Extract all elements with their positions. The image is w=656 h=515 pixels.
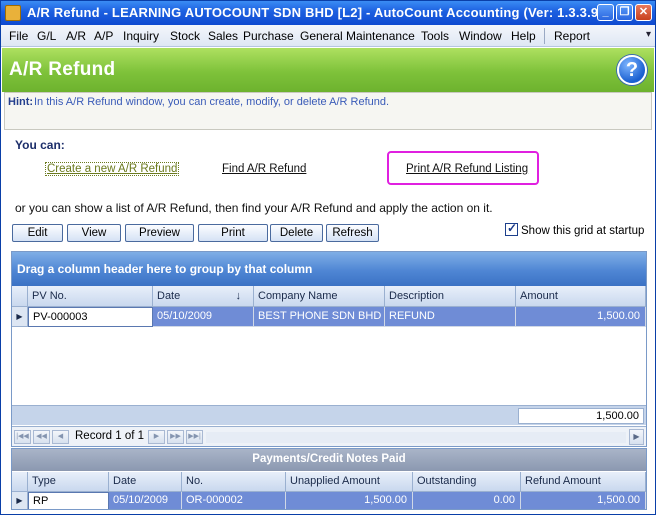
group-panel[interactable]: Drag a column header here to group by th… — [12, 252, 646, 286]
list-hint: or you can show a list of A/R Refund, th… — [15, 201, 493, 215]
cell-type[interactable]: RP — [28, 492, 109, 509]
preview-button[interactable]: Preview — [125, 224, 194, 242]
next-record-icon[interactable]: ▶ — [148, 430, 165, 444]
column-header-date[interactable]: Date — [109, 472, 182, 492]
group-hint: Drag a column header here to group by th… — [17, 262, 313, 276]
column-header-company-name[interactable]: Company Name — [254, 286, 385, 307]
page-header: A/R Refund ? — [2, 48, 654, 92]
actions-heading: You can: — [15, 138, 65, 152]
print-button[interactable]: Print — [198, 224, 268, 242]
row-header-corner — [12, 472, 28, 492]
column-label: Amount — [520, 290, 558, 302]
cell-company-name[interactable]: BEST PHONE SDN BHD — [254, 307, 385, 327]
amount-total: 1,500.00 — [518, 408, 644, 424]
refund-grid: Drag a column header here to group by th… — [11, 251, 647, 447]
cell-date[interactable]: 05/10/2009 — [153, 307, 254, 327]
menu-window[interactable]: Window — [459, 29, 502, 43]
horizontal-scrollbar[interactable] — [206, 432, 626, 443]
payments-grid: Payments/Credit Notes Paid Type Date No.… — [11, 448, 647, 510]
column-header-pv-no[interactable]: PV No. — [28, 286, 153, 307]
cell-description[interactable]: REFUND — [385, 307, 516, 327]
column-label: Company Name — [258, 290, 338, 302]
column-label: Unapplied Amount — [290, 475, 380, 487]
row-header-corner — [12, 286, 28, 307]
edit-button[interactable]: Edit — [12, 224, 63, 242]
menu-gl[interactable]: G/L — [37, 29, 56, 43]
column-label: Outstanding — [417, 475, 477, 487]
payments-title: Payments/Credit Notes Paid — [12, 449, 646, 471]
hint-label: Hint: — [8, 96, 34, 108]
sort-arrow-icon: ↓ — [235, 290, 242, 302]
scroll-right-icon[interactable]: ▶ — [629, 429, 644, 445]
menu-bar: File G/L A/R A/P Inquiry Stock Sales Pur… — [1, 25, 655, 47]
menu-purchase[interactable]: Purchase — [243, 29, 294, 43]
hint-panel: Hint: In this A/R Refund window, you can… — [4, 92, 652, 130]
cell-outstanding[interactable]: 0.00 — [413, 492, 521, 509]
minimize-button[interactable]: _ — [597, 4, 614, 21]
grid-footer: 1,500.00 — [12, 405, 646, 425]
column-label: Type — [32, 475, 56, 487]
column-header-outstanding[interactable]: Outstanding — [413, 472, 521, 492]
menu-inquiry[interactable]: Inquiry — [123, 29, 159, 43]
cell-date[interactable]: 05/10/2009 — [109, 492, 182, 509]
column-label: PV No. — [32, 290, 67, 302]
find-link[interactable]: Find A/R Refund — [222, 163, 306, 175]
show-grid-toggle[interactable]: Show this grid at startup — [505, 221, 645, 237]
column-header-amount[interactable]: Amount — [516, 286, 646, 307]
restore-button[interactable]: ❐ — [616, 4, 633, 21]
first-record-icon[interactable]: |◀◀ — [14, 430, 31, 444]
menu-general-maintenance[interactable]: General Maintenance — [300, 29, 415, 43]
column-label: Date — [113, 475, 137, 487]
title-bar[interactable]: A/R Refund - LEARNING AUTOCOUNT SDN BHD … — [1, 1, 655, 25]
column-header-type[interactable]: Type — [28, 472, 109, 492]
cell-pv-no[interactable]: PV-000003 — [28, 307, 153, 327]
page-title: A/R Refund — [9, 59, 116, 80]
app-icon — [5, 5, 21, 21]
menu-ar[interactable]: A/R — [66, 29, 86, 43]
create-link[interactable]: Create a new A/R Refund — [44, 162, 180, 176]
column-label: Date — [157, 290, 181, 302]
column-header-no[interactable]: No. — [182, 472, 286, 492]
menu-separator — [544, 28, 545, 44]
menu-tools[interactable]: Tools — [421, 29, 449, 43]
column-label: Refund Amount — [525, 475, 601, 487]
show-grid-label: Show this grid at startup — [521, 225, 645, 237]
hint-text: In this A/R Refund window, you can creat… — [34, 96, 390, 108]
record-text: Record 1 of 1 — [75, 430, 145, 442]
menu-stock[interactable]: Stock — [170, 29, 200, 43]
next-page-icon[interactable]: ▶▶ — [167, 430, 184, 444]
prev-page-icon[interactable]: ◀◀ — [33, 430, 50, 444]
column-label: Description — [389, 290, 445, 302]
app-window: A/R Refund - LEARNING AUTOCOUNT SDN BHD … — [0, 0, 656, 515]
help-icon[interactable]: ? — [617, 55, 647, 85]
show-grid-checkbox[interactable] — [505, 221, 518, 236]
delete-button[interactable]: Delete — [270, 224, 323, 242]
row-indicator-icon[interactable]: ▶ — [12, 492, 28, 509]
menu-file[interactable]: File — [9, 29, 28, 43]
print-listing-link[interactable]: Print A/R Refund Listing — [406, 163, 528, 175]
column-header-unapplied-amount[interactable]: Unapplied Amount — [286, 472, 413, 492]
refresh-button[interactable]: Refresh — [326, 224, 379, 242]
cell-unapplied-amount[interactable]: 1,500.00 — [286, 492, 413, 509]
menu-ap[interactable]: A/P — [94, 29, 113, 43]
cell-no[interactable]: OR-000002 — [182, 492, 286, 509]
prev-record-icon[interactable]: ◀ — [52, 430, 69, 444]
view-button[interactable]: View — [67, 224, 121, 242]
chevron-down-icon[interactable]: ▾ — [646, 29, 651, 40]
menu-sales[interactable]: Sales — [208, 29, 238, 43]
last-record-icon[interactable]: ▶▶| — [186, 430, 203, 444]
column-header-refund-amount[interactable]: Refund Amount — [521, 472, 646, 492]
window-title: A/R Refund - LEARNING AUTOCOUNT SDN BHD … — [27, 5, 603, 20]
cell-refund-amount[interactable]: 1,500.00 — [521, 492, 646, 509]
record-navigator: |◀◀ ◀◀ ◀ Record 1 of 1 ▶ ▶▶ ▶▶| ▶ — [12, 426, 646, 446]
column-header-description[interactable]: Description — [385, 286, 516, 307]
column-header-date[interactable]: Date ↓ — [153, 286, 254, 307]
row-indicator-icon[interactable]: ▶ — [12, 307, 28, 327]
menu-report[interactable]: Report — [554, 29, 590, 43]
menu-help[interactable]: Help — [511, 29, 536, 43]
close-button[interactable]: ✕ — [635, 4, 652, 21]
cell-amount[interactable]: 1,500.00 — [516, 307, 646, 327]
column-label: No. — [186, 475, 204, 487]
